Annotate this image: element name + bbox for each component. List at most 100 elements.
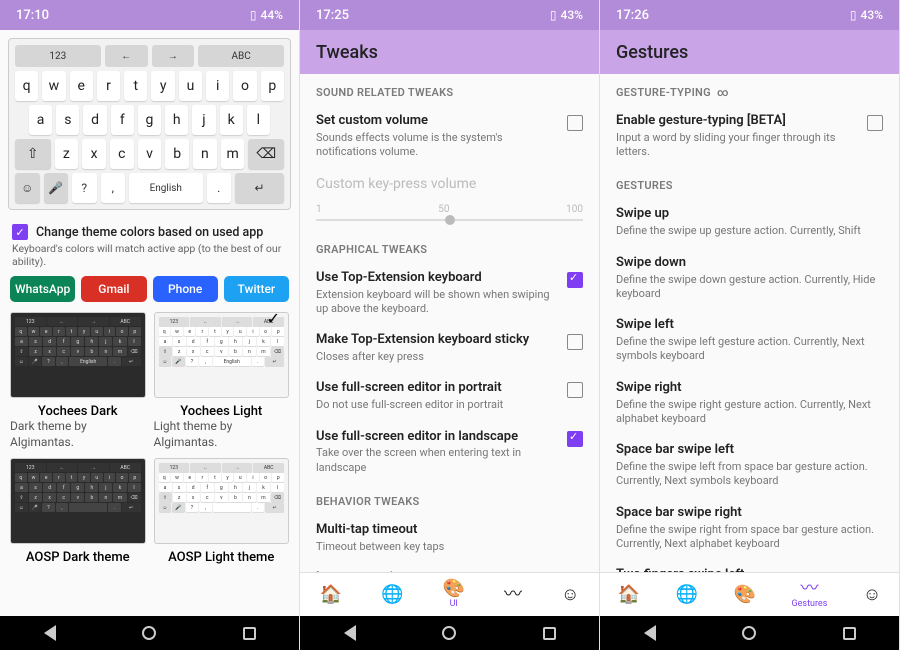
tab-gestures[interactable]: 〰Gestures — [792, 580, 828, 609]
key-t[interactable]: t — [124, 71, 147, 101]
key-backspace[interactable]: ⌫ — [248, 139, 284, 169]
chip-twitter[interactable]: Twitter — [224, 276, 289, 302]
chip-phone[interactable]: Phone — [153, 276, 218, 302]
key-space[interactable]: English — [129, 173, 203, 203]
match-active-app-row[interactable]: ✓ Change theme colors based on used app — [0, 218, 299, 242]
nav-home-icon[interactable] — [140, 624, 158, 642]
key-m[interactable]: m — [221, 139, 245, 169]
key-g[interactable]: g — [138, 105, 161, 135]
setting-spacebar-swipe-left[interactable]: Space bar swipe left Define the swipe le… — [600, 434, 899, 496]
key-qmark[interactable]: ? — [72, 173, 97, 203]
match-active-app-checkbox[interactable]: ✓ — [12, 224, 28, 240]
setting-keypress-volume: Custom key-press volume — [300, 167, 599, 201]
section-graphical-tweaks: GRAPHICAL TWEAKS — [300, 231, 599, 262]
nav-home-icon[interactable] — [440, 624, 458, 642]
key-abc[interactable]: ABC — [198, 45, 284, 67]
key-c[interactable]: c — [110, 139, 134, 169]
tab-quick[interactable]: ☺ — [561, 586, 579, 604]
key-enter[interactable]: ↵ — [235, 173, 284, 203]
theme-aosp-light[interactable]: 123←→ABC qwertyuiop asdfghjkl ⇧zxcvbnm⌫ … — [154, 458, 290, 565]
key-p[interactable]: p — [261, 71, 284, 101]
setting-swipe-right[interactable]: Swipe right Define the swipe right gestu… — [600, 372, 899, 434]
setting-top-extension[interactable]: Use Top-Extension keyboard Extension key… — [300, 262, 599, 324]
key-n[interactable]: n — [193, 139, 217, 169]
key-v[interactable]: v — [138, 139, 162, 169]
setting-custom-volume[interactable]: Set custom volume Sounds effects volume … — [300, 105, 599, 167]
theme-aosp-dark[interactable]: 123←→ABC qwertyuiop asdfghjkl ⇧zxcvbnm⌫ … — [10, 458, 146, 565]
setting-swipe-up[interactable]: Swipe up Define the swipe up gesture act… — [600, 198, 899, 246]
key-q[interactable]: q — [15, 71, 38, 101]
setting-swipe-down[interactable]: Swipe down Define the swipe down gesture… — [600, 247, 899, 309]
tab-home[interactable]: 🏠 — [320, 586, 342, 604]
key-s[interactable]: s — [56, 105, 79, 135]
status-icons: ▯ 44% — [250, 8, 283, 22]
checkbox[interactable] — [567, 334, 583, 350]
nav-back-icon[interactable] — [341, 624, 359, 642]
key-l[interactable]: l — [247, 105, 270, 135]
navbar — [600, 616, 899, 650]
key-arrow-right[interactable]: → — [152, 45, 195, 67]
chip-gmail[interactable]: Gmail — [81, 276, 146, 302]
setting-title: Enable gesture-typing [BETA] — [616, 113, 857, 130]
key-u[interactable]: u — [179, 71, 202, 101]
tab-language[interactable]: 🌐 — [381, 586, 403, 604]
key-w[interactable]: w — [42, 71, 65, 101]
tab-ui[interactable]: 🎨 — [734, 586, 756, 604]
checkbox[interactable] — [567, 431, 583, 447]
key-o[interactable]: o — [233, 71, 256, 101]
content-area[interactable]: GESTURE-TYPING ∞ Enable gesture-typing [… — [600, 74, 899, 572]
checkbox[interactable] — [567, 382, 583, 398]
checkbox[interactable] — [567, 272, 583, 288]
setting-title: Use Top-Extension keyboard — [316, 270, 557, 287]
theme-yochees-dark[interactable]: 123←→ABC qwertyuiop asdfghjkl ⇧zxcvbnm⌫ … — [10, 312, 146, 450]
key-k[interactable]: k — [220, 105, 243, 135]
key-period[interactable]: . — [207, 173, 232, 203]
key-shift[interactable]: ⇧ — [15, 139, 51, 169]
tab-language[interactable]: 🌐 — [676, 586, 698, 604]
setting-two-finger-swipe-left[interactable]: Two fingers swipe left Define the two-fi… — [600, 559, 899, 572]
checkbox[interactable] — [567, 115, 583, 131]
key-x[interactable]: x — [82, 139, 106, 169]
setting-swipe-left[interactable]: Swipe left Define the swipe left gesture… — [600, 309, 899, 371]
theme-thumb-light: ✓ 123←→ABC qwertyuiop asdfghjkl ⇧zxcvbnm… — [154, 312, 290, 398]
key-a[interactable]: a — [29, 105, 52, 135]
chip-whatsapp[interactable]: WhatsApp — [10, 276, 75, 302]
key-i[interactable]: i — [206, 71, 229, 101]
setting-longpress-time[interactable]: Long-press time Key press time to be con… — [300, 562, 599, 572]
nav-back-icon[interactable] — [41, 624, 59, 642]
nav-recent-icon[interactable] — [240, 624, 258, 642]
checkbox[interactable] — [867, 115, 883, 131]
theme-yochees-light[interactable]: ✓ 123←→ABC qwertyuiop asdfghjkl ⇧zxcvbnm… — [154, 312, 290, 450]
key-j[interactable]: j — [192, 105, 215, 135]
tab-gestures[interactable]: 〰 — [504, 586, 522, 604]
setting-enable-gesture-typing[interactable]: Enable gesture-typing [BETA] Input a wor… — [600, 105, 899, 167]
key-mic[interactable]: 🎤 — [44, 173, 69, 203]
key-b[interactable]: b — [165, 139, 189, 169]
key-comma[interactable]: , — [101, 173, 126, 203]
key-d[interactable]: d — [83, 105, 106, 135]
nav-back-icon[interactable] — [641, 624, 659, 642]
key-y[interactable]: y — [151, 71, 174, 101]
setting-fullscreen-landscape[interactable]: Use full-screen editor in landscape Take… — [300, 421, 599, 483]
setting-multitap-timeout[interactable]: Multi-tap timeout Timeout between key ta… — [300, 514, 599, 562]
key-emoji[interactable]: ☺ — [15, 173, 40, 203]
key-123[interactable]: 123 — [15, 45, 101, 67]
nav-recent-icon[interactable] — [840, 624, 858, 642]
tab-quick[interactable]: ☺ — [863, 586, 881, 604]
nav-home-icon[interactable] — [740, 624, 758, 642]
content-area[interactable]: SOUND RELATED TWEAKS Set custom volume S… — [300, 74, 599, 572]
setting-spacebar-swipe-right[interactable]: Space bar swipe right Define the swipe r… — [600, 497, 899, 559]
setting-top-extension-sticky[interactable]: Make Top-Extension keyboard sticky Close… — [300, 324, 599, 372]
tab-ui[interactable]: 🎨UI — [443, 580, 465, 609]
nav-recent-icon[interactable] — [540, 624, 558, 642]
key-e[interactable]: e — [70, 71, 93, 101]
key-r[interactable]: r — [97, 71, 120, 101]
setting-sub: Define the swipe left from space bar ges… — [616, 460, 883, 489]
tab-home[interactable]: 🏠 — [618, 586, 640, 604]
setting-fullscreen-portrait[interactable]: Use full-screen editor in portrait Do no… — [300, 372, 599, 420]
smiley-icon: ☺ — [561, 586, 579, 604]
key-f[interactable]: f — [111, 105, 134, 135]
key-h[interactable]: h — [165, 105, 188, 135]
key-arrow-left[interactable]: ← — [105, 45, 148, 67]
key-z[interactable]: z — [55, 139, 79, 169]
